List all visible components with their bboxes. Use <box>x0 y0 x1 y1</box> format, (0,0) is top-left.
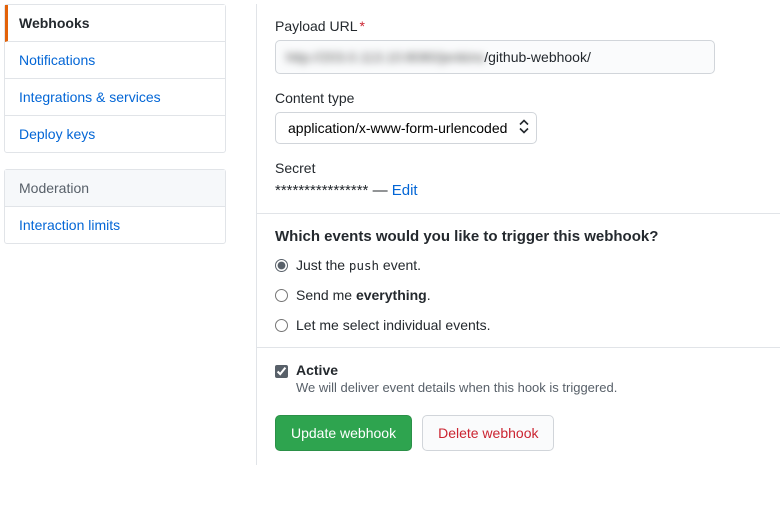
secret-masked: **************** <box>275 182 368 199</box>
payload-url-input[interactable]: http://203.0.113.10:8080/jenkins/github-… <box>275 40 715 74</box>
section-events: Which events would you like to trigger t… <box>257 214 780 348</box>
content-type-select[interactable]: application/x-www-form-urlencoded <box>275 112 537 144</box>
settings-sidebar: Webhooks Notifications Integrations & se… <box>4 4 226 527</box>
update-webhook-button[interactable]: Update webhook <box>275 415 412 451</box>
radio-everything-label: Send me everything. <box>296 287 431 303</box>
sidebar-group-moderation: Moderation Interaction limits <box>4 169 226 244</box>
required-asterisk: * <box>360 18 365 34</box>
active-note: We will deliver event details when this … <box>296 380 617 395</box>
webhook-form: Payload URL* http://203.0.113.10:8080/je… <box>256 4 780 465</box>
secret-edit-link[interactable]: Edit <box>392 182 418 199</box>
event-option-individual[interactable]: Let me select individual events. <box>275 317 762 333</box>
event-option-everything[interactable]: Send me everything. <box>275 287 762 303</box>
payload-url-hidden-part: http://203.0.113.10:8080/jenkins <box>286 49 484 65</box>
secret-value-row: **************** — Edit <box>275 182 762 199</box>
sidebar-item-notifications[interactable]: Notifications <box>5 42 225 79</box>
sidebar-item-webhooks[interactable]: Webhooks <box>5 5 225 42</box>
radio-just-push[interactable] <box>275 259 288 272</box>
main-content: Payload URL* http://203.0.113.10:8080/je… <box>226 4 780 527</box>
event-option-just-push[interactable]: Just the push event. <box>275 257 762 273</box>
content-type-label: Content type <box>275 90 762 106</box>
events-heading: Which events would you like to trigger t… <box>275 228 762 245</box>
active-checkbox[interactable] <box>275 365 288 378</box>
payload-url-label: Payload URL* <box>275 18 762 34</box>
sidebar-item-integrations[interactable]: Integrations & services <box>5 79 225 116</box>
sidebar-header-moderation: Moderation <box>5 170 225 207</box>
radio-just-push-label: Just the push event. <box>296 257 421 273</box>
secret-label: Secret <box>275 160 762 176</box>
sidebar-group-options: Webhooks Notifications Integrations & se… <box>4 4 226 153</box>
section-config: Payload URL* http://203.0.113.10:8080/je… <box>257 4 780 214</box>
active-row[interactable]: Active We will deliver event details whe… <box>275 362 762 395</box>
buttons-row: Update webhook Delete webhook <box>257 401 780 465</box>
active-label: Active <box>296 362 617 378</box>
secret-separator: — <box>368 182 391 199</box>
radio-individual-label: Let me select individual events. <box>296 317 491 333</box>
section-active: Active We will deliver event details whe… <box>257 348 780 401</box>
radio-individual[interactable] <box>275 319 288 332</box>
payload-url-visible-part: /github-webhook/ <box>484 49 591 65</box>
sidebar-item-interaction-limits[interactable]: Interaction limits <box>5 207 225 243</box>
delete-webhook-button[interactable]: Delete webhook <box>422 415 554 451</box>
sidebar-item-deploy-keys[interactable]: Deploy keys <box>5 116 225 152</box>
radio-everything[interactable] <box>275 289 288 302</box>
